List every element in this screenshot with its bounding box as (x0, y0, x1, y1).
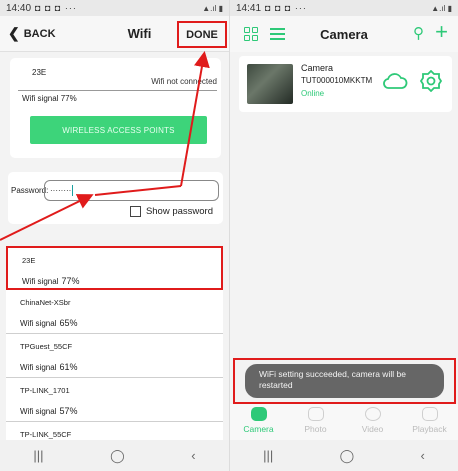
password-card: Password: ········ Show password (8, 172, 223, 224)
camera-id: TUT000010MKKTM (301, 76, 373, 85)
network-signal-value: 57% (59, 406, 78, 416)
tab-label: Playback (412, 424, 447, 434)
gear-icon[interactable] (420, 70, 442, 92)
home-button[interactable]: ◯ (110, 448, 125, 464)
current-signal: Wifi signal 77% (22, 94, 77, 103)
show-password-toggle[interactable]: Show password (129, 206, 213, 217)
current-network-card: 23E Wifi not connected Wifi signal 77% W… (10, 58, 221, 158)
status-notifications: ◘ ◘ ◘ ··· (265, 3, 307, 13)
network-signal-value: 65% (59, 318, 78, 328)
network-signal: Wifi signal 77% (22, 276, 79, 286)
signal-label: Wifi signal (22, 94, 59, 103)
nav-back-button[interactable]: ‹ (191, 448, 195, 463)
network-item-23e[interactable]: 23E Wifi signal 77% (6, 246, 223, 290)
photo-tab-icon (307, 407, 324, 421)
password-value: ········ (50, 186, 72, 195)
network-signal-label: Wifi signal (20, 319, 57, 328)
signal-value: 77% (60, 94, 77, 103)
tab-label: Photo (304, 424, 327, 434)
playback-tab-icon (421, 407, 438, 421)
tab-camera[interactable]: Camera (230, 404, 287, 440)
divider (18, 90, 217, 91)
done-button[interactable]: DONE (177, 21, 227, 48)
password-label: Password: (11, 186, 49, 195)
tab-video[interactable]: Video (344, 404, 401, 440)
toast-message: WiFi setting succeeded, camera will be r… (245, 364, 444, 398)
network-list: 23E Wifi signal 77% ChinaNet-XSbr Wifi si… (0, 246, 229, 442)
camera-name: Camera (301, 63, 334, 73)
status-signal-icon: ▲.ıl ▮ (431, 3, 452, 13)
recent-apps-button[interactable]: ||| (33, 448, 43, 463)
network-ssid: TP-LINK_55CF (20, 430, 72, 439)
status-time: 14:41 (236, 2, 262, 14)
status-time: 14:40 (6, 2, 32, 14)
search-icon[interactable]: ⚲ (413, 24, 424, 42)
status-signal-icon: ▲.ıl ▮ (202, 3, 223, 13)
tab-photo[interactable]: Photo (287, 404, 344, 440)
wireless-access-points-button[interactable]: WIRELESS ACCESS POINTS (30, 116, 207, 144)
recent-apps-button[interactable]: ||| (263, 448, 273, 463)
network-item-tplink-1701[interactable]: TP-LINK_1701 Wifi signal 57% (6, 378, 223, 422)
show-password-label: Show password (145, 206, 213, 217)
camera-card[interactable]: Camera TUT000010MKKTM Online (239, 56, 452, 112)
camera-topbar: Camera ⚲ + (230, 16, 458, 52)
network-signal: Wifi signal 61% (20, 362, 77, 372)
camera-status: Online (301, 89, 325, 98)
network-item-tplink-55cf[interactable]: TP-LINK_55CF (6, 422, 223, 442)
android-nav-bar: ||| ◯ ‹ (0, 440, 229, 471)
nav-back-button[interactable]: ‹ (420, 448, 424, 463)
network-signal-label: Wifi signal (22, 277, 59, 286)
show-password-checkbox[interactable] (129, 206, 141, 217)
back-label: BACK (23, 27, 56, 40)
network-signal-label: Wifi signal (20, 407, 57, 416)
network-item-chinanet[interactable]: ChinaNet-XSbr Wifi signal 65% (6, 290, 223, 334)
back-button[interactable]: ❮ BACK (0, 25, 70, 42)
android-nav-bar: ||| ◯ ‹ (230, 440, 458, 471)
network-ssid: TPGuest_55CF (20, 342, 73, 351)
status-notifications: ◘ ◘ ◘ ··· (35, 3, 77, 13)
wifi-settings-screen: 14:40 ◘ ◘ ◘ ··· ▲.ıl ▮ ❮ BACK Wifi DONE … (0, 0, 229, 471)
chevron-left-icon: ❮ (8, 25, 20, 41)
add-camera-button[interactable]: + (435, 19, 448, 45)
bottom-tab-bar: Camera Photo Video Playback (230, 404, 458, 440)
camera-thumbnail[interactable] (247, 64, 293, 104)
status-bar: 14:40 ◘ ◘ ◘ ··· ▲.ıl ▮ (0, 0, 229, 16)
camera-tab-icon (250, 407, 267, 421)
password-input[interactable]: ········ (44, 180, 219, 201)
network-signal-label: Wifi signal (20, 363, 57, 372)
network-item-tpguest[interactable]: TPGuest_55CF Wifi signal 61% (6, 334, 223, 378)
network-ssid: 23E (22, 256, 36, 265)
network-signal-value: 61% (59, 362, 78, 372)
tab-label: Camera (243, 424, 274, 434)
network-ssid: TP-LINK_1701 (20, 386, 70, 395)
camera-list-screen: 14:41 ◘ ◘ ◘ ··· ▲.ıl ▮ Camera ⚲ + Camera… (229, 0, 458, 471)
wifi-topbar: ❮ BACK Wifi DONE (0, 16, 229, 52)
home-button[interactable]: ◯ (340, 448, 355, 464)
connection-status: Wifi not connected (151, 77, 217, 86)
tab-playback[interactable]: Playback (401, 404, 458, 440)
status-bar: 14:41 ◘ ◘ ◘ ··· ▲.ıl ▮ (230, 0, 458, 16)
network-signal: Wifi signal 57% (20, 406, 77, 416)
network-signal-value: 77% (61, 276, 80, 286)
video-tab-icon (364, 407, 381, 421)
current-ssid: 23E (32, 68, 47, 77)
toast-highlight: WiFi setting succeeded, camera will be r… (233, 358, 456, 404)
cloud-icon[interactable] (382, 72, 408, 90)
network-ssid: ChinaNet-XSbr (20, 298, 71, 307)
network-signal: Wifi signal 65% (20, 318, 77, 328)
tab-label: Video (361, 424, 384, 434)
text-caret (72, 185, 74, 196)
